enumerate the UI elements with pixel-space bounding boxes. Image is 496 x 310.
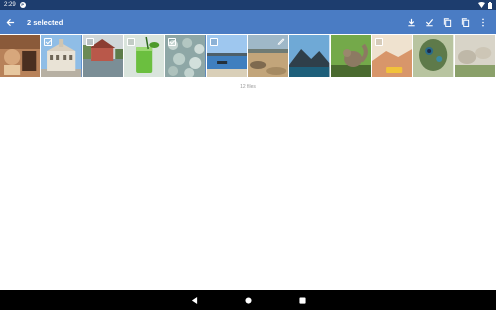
checkbox-empty[interactable]	[374, 38, 383, 46]
checkbox-checked[interactable]	[168, 38, 177, 46]
copy-icon	[443, 17, 451, 27]
photo-thumbnail	[330, 35, 371, 77]
checkbox-empty[interactable]	[209, 38, 218, 46]
app-bar: 2 selected	[0, 10, 496, 34]
photo-thumbnail	[0, 35, 41, 77]
select-all-button[interactable]	[420, 10, 438, 34]
selection-title: 2 selected	[27, 17, 64, 27]
photo-tile[interactable]	[289, 35, 331, 77]
notification-badge-icon: P	[19, 2, 26, 8]
nav-back-button[interactable]	[189, 295, 199, 305]
download-button[interactable]	[402, 10, 420, 34]
photo-tile[interactable]	[247, 35, 290, 77]
checkbox-empty[interactable]	[85, 38, 94, 46]
photo-tile[interactable]	[206, 35, 248, 77]
photo-tile[interactable]	[371, 35, 414, 77]
edit-icon[interactable]	[277, 37, 285, 45]
select-all-icon	[425, 18, 433, 26]
photo-tile[interactable]	[330, 35, 372, 77]
nav-home-button[interactable]	[243, 295, 253, 305]
system-nav-bar	[0, 290, 496, 310]
battery-icon	[488, 1, 492, 9]
photo-tile[interactable]	[165, 35, 207, 77]
photo-tile[interactable]	[454, 35, 496, 77]
recents-square-icon	[298, 296, 306, 304]
status-bar: 2:29 P	[0, 0, 496, 10]
checkbox-checked[interactable]	[44, 38, 53, 46]
home-circle-icon	[244, 296, 252, 304]
file-count: 12 files	[240, 84, 256, 90]
photo-tile[interactable]	[413, 35, 455, 77]
nav-recents-button[interactable]	[297, 295, 307, 305]
copy-button[interactable]	[438, 10, 456, 34]
photo-tile[interactable]	[82, 35, 124, 77]
photo-tile[interactable]	[123, 35, 166, 77]
move-button[interactable]	[456, 10, 474, 34]
photo-tile[interactable]	[0, 35, 42, 77]
wifi-icon	[478, 2, 485, 8]
photo-grid	[0, 35, 496, 77]
checkbox-empty[interactable]	[126, 38, 135, 46]
status-time: 2:29	[4, 2, 16, 8]
arrow-back-icon	[6, 18, 14, 26]
more-vert-icon	[482, 18, 484, 26]
back-button[interactable]	[0, 10, 20, 34]
copy-alt-icon	[461, 17, 469, 27]
photo-thumbnail	[289, 35, 330, 77]
download-icon	[407, 18, 415, 26]
photo-thumbnail	[454, 35, 495, 77]
back-triangle-icon	[191, 296, 197, 304]
photo-thumbnail	[413, 35, 454, 77]
photo-tile[interactable]	[41, 35, 83, 77]
more-options-button[interactable]	[474, 10, 492, 34]
